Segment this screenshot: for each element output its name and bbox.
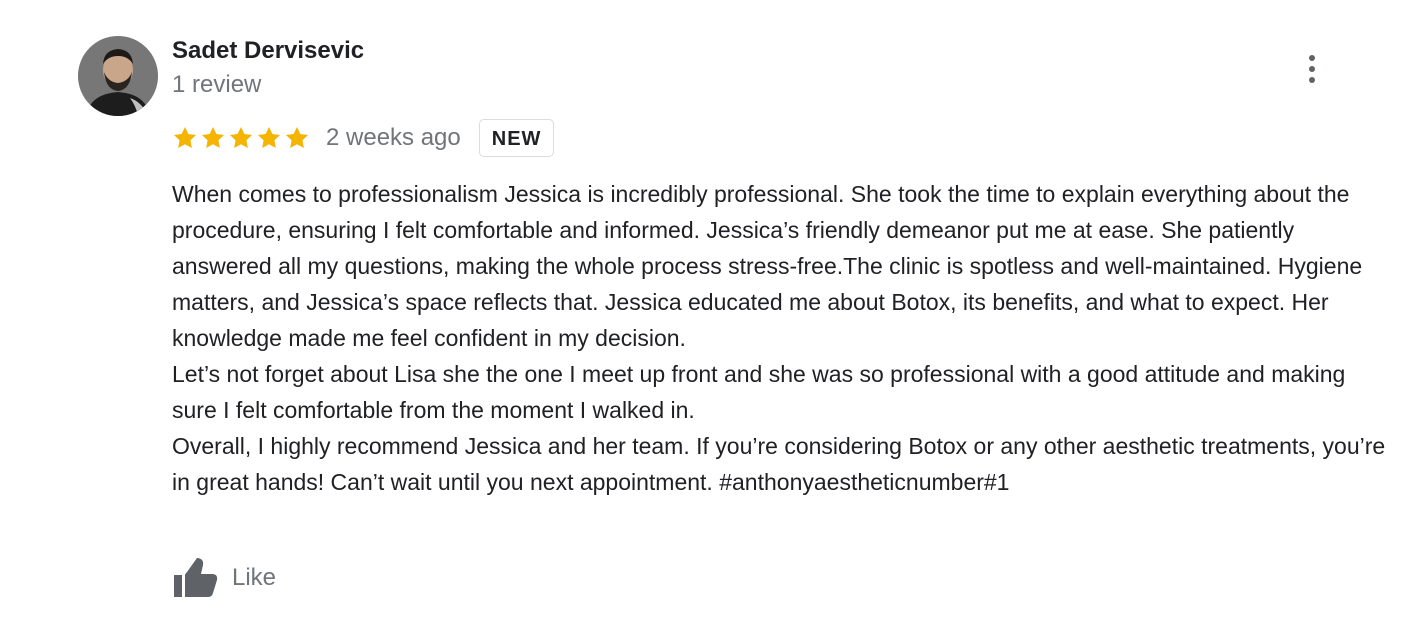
review-count: 1 review bbox=[172, 71, 262, 98]
review-text: When comes to professionalism Jessica is… bbox=[172, 181, 1386, 495]
reviewer-name[interactable]: Sadet Dervisevic bbox=[172, 36, 364, 66]
review-time: 2 weeks ago bbox=[326, 124, 461, 151]
star-rating bbox=[172, 125, 310, 151]
star-icon bbox=[201, 126, 225, 148]
more-vert-icon-dot bbox=[1309, 77, 1315, 83]
reviewer-avatar[interactable] bbox=[78, 36, 158, 116]
rating-row: 2 weeks ago NEW bbox=[172, 118, 555, 158]
thumbs-up-icon bbox=[174, 558, 218, 597]
more-vert-icon bbox=[1309, 55, 1315, 61]
like-label: Like bbox=[232, 564, 277, 591]
star-icon bbox=[285, 126, 309, 148]
avatar-photo bbox=[78, 36, 158, 116]
like-button[interactable]: Like bbox=[172, 558, 276, 598]
new-badge: NEW bbox=[478, 119, 555, 157]
star-icon bbox=[229, 126, 253, 148]
star-icon bbox=[173, 126, 197, 148]
more-vert-icon-dot bbox=[1309, 66, 1315, 72]
star-icon bbox=[257, 126, 281, 148]
more-options-button[interactable] bbox=[1296, 50, 1328, 88]
